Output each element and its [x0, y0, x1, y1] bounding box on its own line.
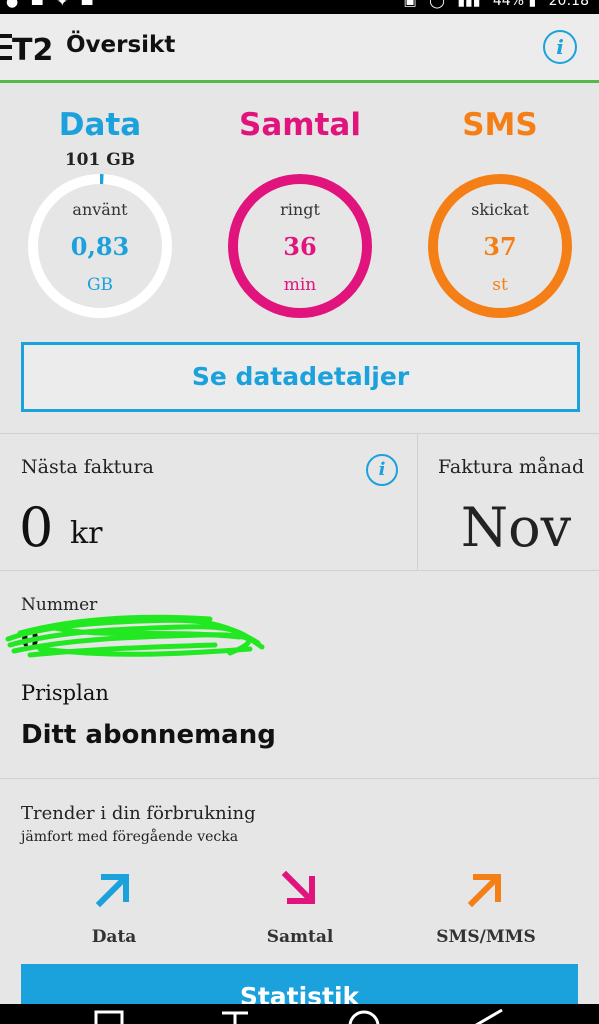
calls-ring-label: ringt — [280, 200, 320, 219]
invoice-month-label: Faktura månad — [438, 456, 585, 478]
data-details-button[interactable]: Se datadetaljer — [21, 342, 580, 412]
arrow-down-right-icon — [281, 870, 315, 904]
sms-ring: skickat 37 st — [426, 172, 574, 320]
clock: 20:18 — [548, 0, 589, 9]
sync-icon: ✦ — [56, 0, 69, 10]
sms-ring-unit: st — [492, 275, 508, 295]
vibrate-icon: ▣ — [403, 0, 417, 9]
usage-calls-title: Samtal — [239, 107, 361, 143]
invoice-info-button[interactable]: i — [366, 454, 398, 486]
calls-ring-value: 36 — [283, 232, 317, 261]
usage-sms-title: SMS — [462, 107, 538, 143]
page-title: Översikt — [66, 32, 176, 58]
invoice-month-value: Nov — [460, 496, 572, 559]
trends-title: Trender i din förbrukning — [21, 803, 256, 824]
app-bar: T2 Översikt i — [0, 14, 599, 83]
trends-subtitle: jämfort med föregående vecka — [21, 829, 239, 845]
data-ring-label: använt — [72, 200, 128, 219]
battery-level: 44% — [492, 0, 525, 9]
notification-icon: ● — [6, 0, 19, 10]
plan-value: Ditt abonnemang — [21, 720, 276, 750]
menu-nav-icon[interactable] — [220, 1008, 252, 1024]
trend-data[interactable]: Data — [39, 869, 189, 947]
trend-sms-label: SMS/MMS — [436, 927, 536, 947]
data-ring-unit: GB — [86, 275, 114, 295]
status-icons-left: ● ▬ ✦ ▬ — [6, 0, 102, 10]
trend-sms[interactable]: SMS/MMS — [411, 869, 561, 947]
screen: ● ▬ ✦ ▬ ▣ ◯ ▮▮▮ 44% ▮ 20:18 T2 Översikt … — [0, 0, 599, 1024]
back-nav-icon[interactable] — [472, 1008, 508, 1024]
download-icon: ▬ — [80, 0, 94, 10]
trends-section: Trender i din förbrukning jämfort med fö… — [0, 779, 599, 1024]
calls-ring: ringt 36 min — [226, 172, 374, 320]
navigation-bar — [0, 1004, 599, 1024]
signal-icon: ▮▮▮ — [457, 0, 481, 9]
trend-data-label: Data — [91, 927, 137, 947]
info-button[interactable]: i — [543, 30, 577, 64]
data-ring-value: 0,83 — [70, 232, 130, 261]
sms-ring-value: 37 — [483, 232, 517, 261]
next-invoice-label: Nästa faktura — [21, 456, 154, 478]
plan-label: Prisplan — [21, 681, 109, 705]
usage-data-title: Data — [58, 107, 142, 143]
logo-text: T2 — [12, 33, 52, 62]
t2-logo: T2 — [0, 33, 52, 62]
invoice-month[interactable]: Faktura månad Nov — [418, 434, 599, 570]
invoice-section: Nästa faktura i 0 kr Faktura månad Nov — [0, 434, 599, 571]
home-nav-icon[interactable] — [346, 1008, 382, 1024]
message-icon: ▬ — [30, 0, 44, 10]
battery-icon: ▮ — [528, 0, 537, 9]
square-nav-icon[interactable] — [94, 1008, 126, 1024]
invoice-amount: 0 — [19, 496, 54, 559]
redaction-scribble — [5, 614, 265, 658]
usage-sms[interactable]: SMS skickat 37 st — [400, 83, 599, 318]
alarm-icon: ◯ — [429, 0, 445, 9]
data-limit: 101 GB — [64, 150, 136, 170]
trend-calls-label: Samtal — [266, 927, 334, 947]
next-invoice[interactable]: Nästa faktura i 0 kr — [0, 434, 418, 570]
account-section: Nummer 0 Prisplan Ditt abonnemang — [0, 571, 599, 779]
usage-calls[interactable]: Samtal ringt 36 min — [200, 83, 400, 318]
arrow-up-right-icon — [467, 874, 501, 908]
status-icons-right: ▣ ◯ ▮▮▮ 44% ▮ 20:18 — [404, 0, 590, 9]
data-ring: använt 0,83 GB — [26, 172, 174, 320]
status-bar: ● ▬ ✦ ▬ ▣ ◯ ▮▮▮ 44% ▮ 20:18 — [0, 0, 599, 14]
invoice-currency: kr — [70, 516, 103, 551]
arrow-up-right-icon — [95, 874, 129, 908]
sms-ring-label: skickat — [471, 200, 529, 219]
usage-section: Data 101 GB använt 0,83 GB Samtal ringt — [0, 83, 599, 434]
usage-data[interactable]: Data 101 GB använt 0,83 GB — [0, 83, 200, 318]
trend-calls[interactable]: Samtal — [225, 869, 375, 947]
calls-ring-unit: min — [283, 275, 317, 295]
